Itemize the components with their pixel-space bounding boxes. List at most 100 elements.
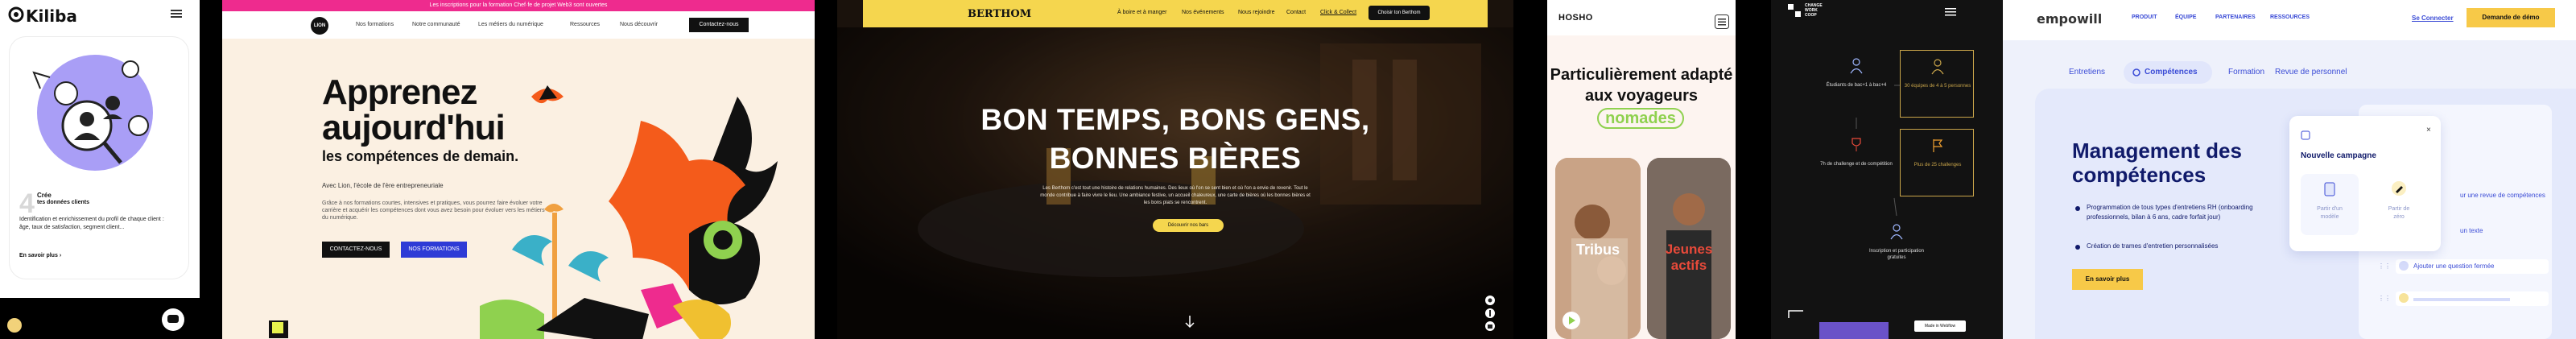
new-campaign-modal: × Nouvelle campagne Partir d'un modèle P… xyxy=(2289,116,2441,251)
nav-item-click-collect[interactable]: Click & Collect xyxy=(1320,10,1356,15)
nav-item-resources[interactable]: Ressources xyxy=(570,22,600,27)
nav-item-equipe[interactable]: ÉQUIPE xyxy=(2175,14,2196,20)
linkedin-icon[interactable] xyxy=(1484,320,1496,332)
change-work-logo[interactable]: CHANGE WORK COOP xyxy=(1805,3,1823,18)
card-tribus[interactable]: Tribus xyxy=(1555,158,1641,339)
learn-more-button[interactable]: En savoir plus xyxy=(2072,269,2143,290)
nav-item-join[interactable]: Nous rejoindre xyxy=(1238,10,1275,15)
smiley-icon xyxy=(2399,293,2409,303)
step-title: Crée xyxy=(37,192,52,199)
lion-page: Les inscriptions pour la formation Chef·… xyxy=(222,0,815,339)
drag-handle-icon[interactable]: ⋮⋮ xyxy=(2378,295,2391,302)
berthom-navbar: BERTHOM À boire et à manger Nos événemen… xyxy=(863,0,1488,27)
lion-logo[interactable]: LION xyxy=(311,17,328,35)
contact-us-button[interactable]: CONTACTEZ-NOUS xyxy=(322,242,390,258)
nav-item-formations[interactable]: Nos formations xyxy=(356,22,394,27)
hero-title-line2: aujourd'hui xyxy=(322,108,506,147)
nav-item-events[interactable]: Nos événements xyxy=(1182,10,1224,15)
nav-item-produit[interactable]: PRODUIT xyxy=(2132,14,2157,20)
empowill-logo[interactable]: empowill xyxy=(2037,11,2102,27)
kiliba-panel: Kiliba 4 Crée tes données clients Identi… xyxy=(0,0,200,339)
learn-more-label: En savoir plus xyxy=(19,253,58,258)
sparkle-icon xyxy=(7,318,22,333)
nav-item-community[interactable]: Notre communauté xyxy=(412,22,460,27)
option-scratch[interactable]: Partir de zéro xyxy=(2370,174,2428,235)
card-jeunes-actifs[interactable]: Jeunes actifs xyxy=(1647,158,1731,339)
berthom-panel: BERTHOM À boire et à manger Nos événemen… xyxy=(837,0,1513,339)
hosho-headline1: Particulièrement adapté xyxy=(1550,66,1733,84)
learn-more-link[interactable]: En savoir plus › xyxy=(19,253,61,258)
contact-button[interactable]: Contactez-nous xyxy=(689,18,749,32)
nav-item-careers[interactable]: Les métiers du numérique xyxy=(478,22,543,27)
facebook-icon[interactable] xyxy=(1484,308,1496,319)
empowill-panel: empowill PRODUIT ÉQUIPE PARTENAIRES RESS… xyxy=(2003,0,2576,339)
arrow-down-icon[interactable] xyxy=(1185,316,1195,329)
headline-line1: BON TEMPS, BONS GENS, xyxy=(980,103,1370,136)
feature-card: 4 Crée tes données clients Identificatio… xyxy=(10,37,188,279)
option-scratch-line2: zéro xyxy=(2393,214,2405,220)
change-work-panel: CHANGE WORK COOP Étudiants de bac+1 à ba… xyxy=(1771,0,2003,339)
nav-item-food[interactable]: À boire et à manger xyxy=(1117,10,1166,15)
login-link[interactable]: Se Connecter xyxy=(2412,14,2454,22)
option-template[interactable]: Partir d'un modèle xyxy=(2301,174,2359,235)
close-icon[interactable]: × xyxy=(2426,126,2431,134)
connector-lines xyxy=(1788,85,1900,318)
hosho-panel: HOSHO Particulièrement adapté aux voyage… xyxy=(1513,0,1771,339)
customers-illustration xyxy=(32,55,153,171)
choose-berthom-button[interactable]: Choisir ton Berthom xyxy=(1368,6,1430,20)
hosho-page: HOSHO Particulièrement adapté aux voyage… xyxy=(1547,0,1736,339)
hosho-headline2: aux voyageurs xyxy=(1584,87,1699,105)
tab-entretiens[interactable]: Entretiens xyxy=(2069,68,2105,76)
menu-icon[interactable] xyxy=(1715,14,1729,29)
hero-kicker: Avec Lion, l'école de l'ère entrepreneur… xyxy=(322,182,444,189)
card-tribus-label: Tribus xyxy=(1575,242,1620,258)
hamburger-icon[interactable] xyxy=(1945,8,1956,16)
hero-title-line1: Apprenez xyxy=(322,72,477,112)
demo-button[interactable]: Demande de démo xyxy=(2467,8,2555,27)
nav-item-contact[interactable]: Contact xyxy=(1286,10,1306,15)
bottom-image-strip xyxy=(1819,322,1889,339)
option-template-line2: modèle xyxy=(2320,214,2339,220)
drag-handle-icon[interactable]: ⋮⋮ xyxy=(2378,263,2391,270)
discover-bars-button[interactable]: Découvrir nos bars xyxy=(1153,219,1224,232)
tab-competences[interactable]: Compétences xyxy=(2124,61,2212,84)
badge-icon xyxy=(272,322,283,333)
step-body: Identification et enrichissement du prof… xyxy=(19,217,164,230)
bullet-dot xyxy=(2075,206,2080,211)
nav-item-partenaires[interactable]: PARTENAIRES xyxy=(2215,14,2256,20)
list-item-text[interactable]: un texte xyxy=(2460,227,2483,234)
berthom-logo[interactable]: BERTHOM xyxy=(968,8,1031,20)
lion-panel: Les inscriptions pour la formation Chef·… xyxy=(200,0,837,339)
webflow-badge[interactable]: Made in Webflow xyxy=(1914,320,1966,332)
hamburger-icon[interactable] xyxy=(171,9,182,19)
logo-line3: COOP xyxy=(1805,13,1817,18)
campaign-icon xyxy=(2301,130,2310,140)
modal-title: Nouvelle campagne xyxy=(2301,151,2376,160)
headline-line2: BONNES BIÈRES xyxy=(1049,142,1302,175)
list-placeholder xyxy=(2413,298,2510,301)
card-actifs-line1: Jeunes xyxy=(1665,242,1713,257)
hosho-highlight: nomades xyxy=(1605,110,1676,127)
instagram-icon[interactable] xyxy=(1484,295,1496,306)
list-item-closed-question[interactable]: Ajouter une question fermée xyxy=(2413,263,2495,270)
section-title-line1: Management des xyxy=(2072,138,2242,163)
chat-icon[interactable] xyxy=(161,308,185,332)
lion-navbar: LION Nos formations Notre communauté Les… xyxy=(222,11,815,39)
play-icon[interactable] xyxy=(1562,311,1581,330)
pencil-icon xyxy=(2392,181,2406,196)
card-actifs-line2: actifs xyxy=(1670,258,1707,273)
change-work-page: CHANGE WORK COOP Étudiants de bac+1 à ba… xyxy=(1771,0,2003,339)
bullet-dot xyxy=(2075,245,2080,250)
nav-item-about[interactable]: Nous découvrir xyxy=(620,22,658,27)
announcement-bar[interactable]: Les inscriptions pour la formation Chef·… xyxy=(222,0,815,11)
nav-item-ressources[interactable]: RESSOURCES xyxy=(2270,14,2310,20)
tab-formation[interactable]: Formation xyxy=(2228,68,2264,76)
formations-button[interactable]: NOS FORMATIONS xyxy=(401,242,467,258)
list-item-review[interactable]: ur une revue de compétences xyxy=(2460,192,2545,199)
question-icon xyxy=(2399,261,2409,271)
hosho-logo[interactable]: HOSHO xyxy=(1558,13,1593,23)
bullet-1: Programmation de tous types d'entretiens… xyxy=(2087,204,2253,221)
step-subtitle: tes données clients xyxy=(37,200,89,205)
tab-revue[interactable]: Revue de personnel xyxy=(2275,68,2347,76)
kiliba-logo[interactable]: Kiliba xyxy=(26,6,77,26)
